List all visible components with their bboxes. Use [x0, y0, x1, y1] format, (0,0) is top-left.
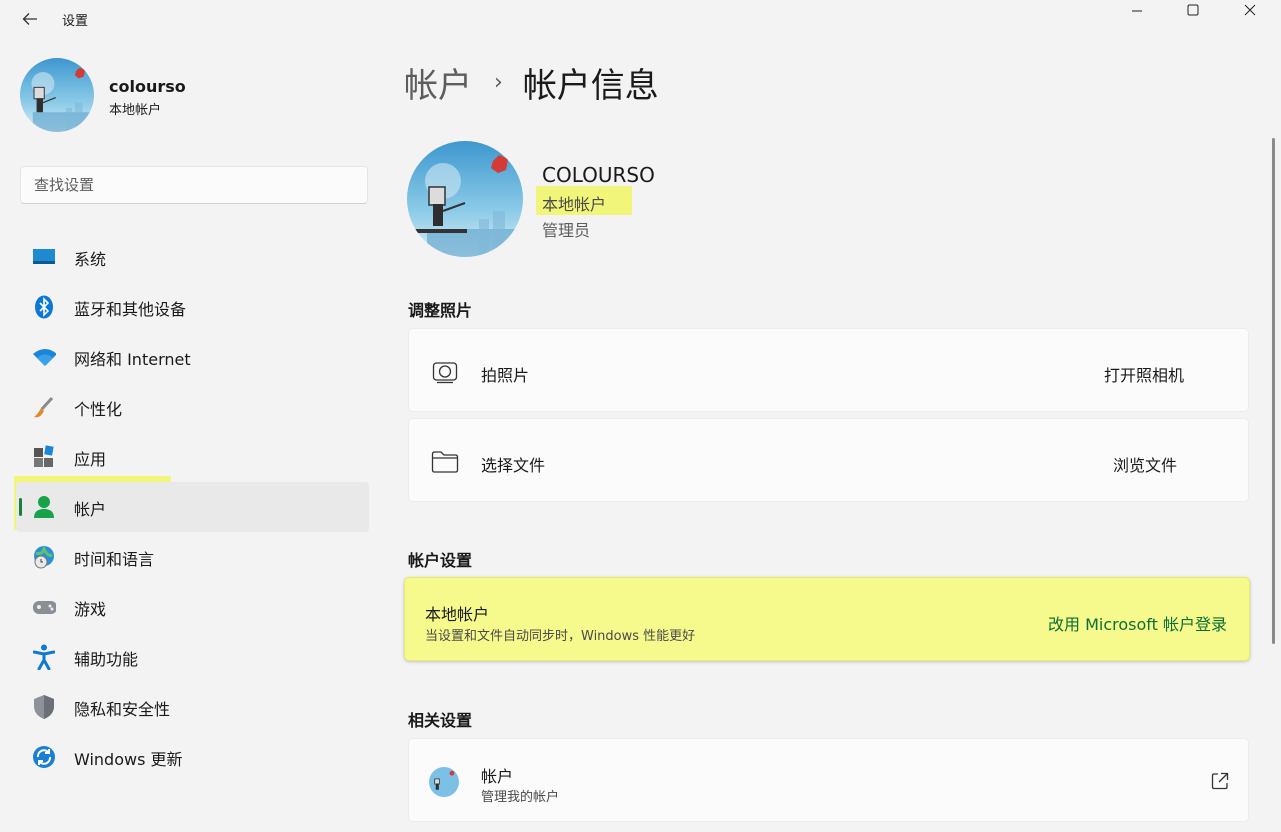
- take-photo-label: 拍照片: [481, 366, 530, 385]
- sidebar-item-label: 游戏: [74, 600, 107, 619]
- profile-account-type: 本地帐户: [109, 103, 162, 118]
- local-account-description: 当设置和文件自动同步时，Windows 性能更好: [425, 629, 696, 644]
- choose-file-label: 选择文件: [481, 456, 546, 475]
- close-button[interactable]: [1227, 0, 1273, 20]
- choose-file-card[interactable]: 选择文件 浏览文件: [408, 418, 1249, 502]
- user-account-type: 本地帐户: [542, 195, 607, 214]
- update-icon: [32, 745, 56, 769]
- sidebar-item-label: 网络和 Internet: [74, 350, 191, 369]
- accessibility-icon: [32, 644, 56, 670]
- gamepad-icon: [32, 595, 56, 619]
- sidebar-item-accounts[interactable]: 帐户: [16, 482, 369, 532]
- maximize-icon: [1187, 4, 1199, 16]
- accounts-link-label: 帐户: [481, 767, 514, 786]
- breadcrumb-separator: ›: [494, 70, 503, 95]
- take-photo-card[interactable]: 拍照片 打开照相机: [408, 328, 1249, 412]
- maximize-button[interactable]: [1170, 0, 1216, 20]
- sidebar-item-apps[interactable]: 应用: [16, 432, 369, 482]
- sidebar-item-label: 应用: [74, 450, 107, 469]
- app-title: 设置: [62, 14, 89, 29]
- accounts-link-description: 管理我的帐户: [481, 790, 560, 805]
- brush-icon: [32, 395, 56, 419]
- scrollbar[interactable]: [1272, 138, 1275, 644]
- back-button[interactable]: [14, 6, 46, 32]
- profile-name: colourso: [109, 77, 186, 96]
- section-title-account-settings: 帐户设置: [408, 551, 473, 570]
- sidebar-item-system[interactable]: 系统: [16, 232, 369, 282]
- sidebar-item-label: 个性化: [74, 400, 123, 419]
- search-input[interactable]: [21, 167, 367, 203]
- sidebar-item-label: 隐私和安全性: [74, 700, 171, 719]
- sidebar-item-personalization[interactable]: 个性化: [16, 382, 369, 432]
- accounts-link-card[interactable]: 帐户 管理我的帐户: [408, 738, 1249, 822]
- user-role: 管理员: [542, 221, 591, 240]
- section-title-related-settings: 相关设置: [408, 711, 473, 730]
- minimize-button[interactable]: [1114, 0, 1160, 20]
- external-link-icon: [1211, 772, 1229, 790]
- sidebar-item-label: 蓝牙和其他设备: [74, 300, 187, 319]
- back-arrow-icon: [22, 13, 37, 25]
- title-bar: 设置: [0, 0, 1281, 40]
- user-name: COLOURSO: [542, 163, 655, 187]
- breadcrumb-parent[interactable]: 帐户: [404, 58, 472, 107]
- sidebar-item-privacy[interactable]: 隐私和安全性: [16, 682, 369, 732]
- close-icon: [1244, 4, 1256, 16]
- monitor-icon: [32, 245, 56, 269]
- sidebar-item-gaming[interactable]: 游戏: [16, 582, 369, 632]
- sidebar-item-bluetooth[interactable]: 蓝牙和其他设备: [16, 282, 369, 332]
- camera-icon: [431, 358, 459, 386]
- sidebar-profile[interactable]: colourso 本地帐户: [20, 58, 360, 134]
- sidebar-item-label: 系统: [74, 250, 107, 269]
- folder-icon: [431, 448, 459, 476]
- shield-icon: [32, 695, 56, 719]
- sidebar-item-label: 时间和语言: [74, 550, 155, 569]
- wifi-icon: [32, 345, 56, 369]
- browse-files-button[interactable]: 浏览文件: [1113, 452, 1177, 476]
- sidebar-item-accessibility[interactable]: 辅助功能: [16, 632, 369, 682]
- globe-clock-icon: [32, 545, 56, 569]
- breadcrumb: 帐户 › 帐户信息: [404, 58, 659, 107]
- sidebar-nav: 系统 蓝牙和其他设备 网络和 Internet 个性化 应用 帐户 时间和语言 …: [16, 232, 369, 782]
- bluetooth-icon: [32, 295, 56, 319]
- page-title: 帐户信息: [522, 66, 659, 106]
- minimize-icon: [1132, 10, 1142, 12]
- local-account-card: 本地帐户 当设置和文件自动同步时，Windows 性能更好 改用 Microso…: [404, 577, 1250, 661]
- sidebar-item-network[interactable]: 网络和 Internet: [16, 332, 369, 382]
- sidebar-item-label: 帐户: [74, 500, 107, 519]
- section-title-adjust-photo: 调整照片: [408, 301, 473, 320]
- sidebar-item-label: Windows 更新: [74, 750, 183, 769]
- avatar: [20, 58, 94, 132]
- selection-indicator: [19, 498, 22, 516]
- local-account-label: 本地帐户: [425, 605, 490, 624]
- sidebar-item-time-language[interactable]: 时间和语言: [16, 532, 369, 582]
- sidebar-item-windows-update[interactable]: Windows 更新: [16, 732, 369, 782]
- sidebar-item-label: 辅助功能: [74, 650, 139, 669]
- open-camera-button[interactable]: 打开照相机: [1104, 362, 1184, 386]
- user-avatar: [407, 141, 523, 257]
- apps-icon: [32, 445, 56, 469]
- switch-to-microsoft-account-link[interactable]: 改用 Microsoft 帐户登录: [1048, 611, 1227, 635]
- account-avatar-icon: [429, 767, 459, 797]
- person-icon: [32, 495, 56, 519]
- search-box[interactable]: [20, 166, 368, 204]
